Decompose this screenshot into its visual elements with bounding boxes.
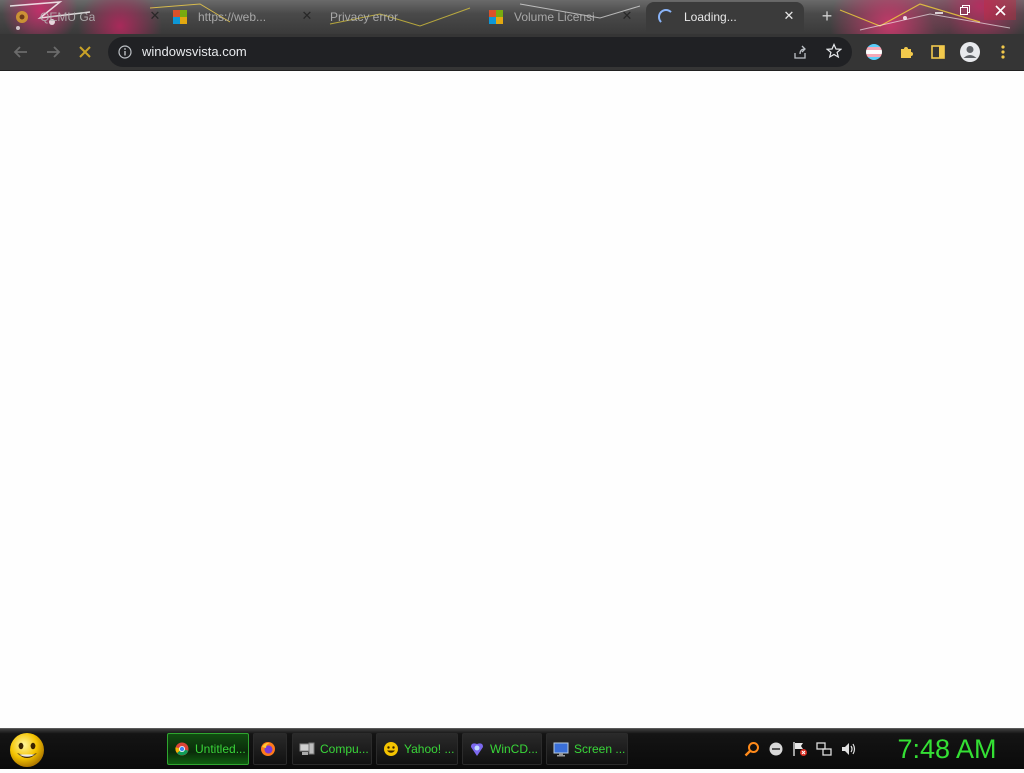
extensions-puzzle-icon[interactable] <box>893 39 919 65</box>
volume-speaker-icon[interactable] <box>840 741 856 757</box>
tab-privacy-error[interactable]: Privacy error <box>330 2 480 32</box>
share-icon[interactable] <box>792 44 808 60</box>
tab-title: https://web... <box>198 10 267 24</box>
tab-title: QEMU Ga <box>40 10 96 24</box>
extension-flag-icon[interactable] <box>861 39 887 65</box>
page-content-blank <box>0 71 1024 728</box>
close-icon[interactable]: ✕ <box>148 9 162 23</box>
taskbar-item-label: Untitled... <box>195 742 246 756</box>
taskbar-item-screen[interactable]: Screen ... <box>546 733 628 765</box>
taskbar-item-label: Screen ... <box>574 742 626 756</box>
tab-title: Volume Licensi <box>514 10 595 24</box>
microsoft-logo-icon <box>172 9 188 25</box>
computer-icon <box>299 741 315 757</box>
back-button[interactable] <box>8 39 34 65</box>
tab-title: Loading... <box>684 10 737 24</box>
menu-kebab-icon[interactable] <box>990 39 1016 65</box>
yahoo-smiley-icon <box>383 741 399 757</box>
taskbar-item-firefox[interactable] <box>253 733 287 765</box>
tab-title: Privacy error <box>330 10 399 24</box>
taskbar-item-label: Yahoo! ... <box>404 742 455 756</box>
tab-strip: QEMU Ga ✕ https://web... ✕ Privacy error… <box>0 0 1024 34</box>
forward-arrow-icon <box>47 46 61 58</box>
tab-loading[interactable]: Loading... ✕ <box>646 2 804 32</box>
close-icon[interactable]: ✕ <box>300 9 314 23</box>
loading-spinner-icon <box>658 9 674 25</box>
browser-toolbar: windowsvista.com <box>0 34 1024 71</box>
taskbar: Untitled... Compu... Yahoo! ... WinCD...… <box>0 728 1024 769</box>
taskbar-item-wincdemu[interactable]: WinCD... <box>462 733 542 765</box>
action-center-flag-icon[interactable] <box>792 741 808 757</box>
address-bar[interactable]: windowsvista.com <box>108 37 852 67</box>
tab-qemu[interactable]: QEMU Ga ✕ <box>14 2 170 32</box>
taskbar-item-yahoo[interactable]: Yahoo! ... <box>376 733 458 765</box>
taskbar-item-untitled[interactable]: Untitled... <box>167 733 249 765</box>
taskbar-item-label: Compu... <box>320 742 369 756</box>
tab-web[interactable]: https://web... ✕ <box>172 2 322 32</box>
microsoft-logo-icon <box>488 9 504 25</box>
url-text: windowsvista.com <box>142 44 247 59</box>
app-icon <box>14 9 30 25</box>
screen-monitor-icon <box>553 741 569 757</box>
back-arrow-icon <box>13 46 27 58</box>
chrome-icon <box>174 741 190 757</box>
stop-loading-button[interactable] <box>72 39 98 65</box>
wincdemu-icon <box>469 741 485 757</box>
taskbar-clock[interactable]: 7:48 AM <box>882 733 1012 765</box>
tray-status-icon[interactable] <box>768 741 784 757</box>
tab-volume-licensing[interactable]: Volume Licensi ✕ <box>488 2 642 32</box>
network-icon[interactable] <box>816 741 832 757</box>
site-info-icon[interactable] <box>118 45 132 59</box>
stop-x-icon <box>79 46 91 58</box>
taskbar-item-label: WinCD... <box>490 742 538 756</box>
bookmark-star-icon[interactable] <box>825 43 843 59</box>
side-panel-icon[interactable] <box>925 39 951 65</box>
close-icon[interactable]: ✕ <box>620 9 634 23</box>
forward-button[interactable] <box>40 39 66 65</box>
close-icon[interactable]: ✕ <box>782 9 796 23</box>
start-button[interactable] <box>8 732 46 768</box>
search-magnifier-icon[interactable] <box>744 741 760 757</box>
firefox-icon <box>260 741 276 757</box>
window-close-icon[interactable] <box>984 0 1016 20</box>
taskbar-item-computer[interactable]: Compu... <box>292 733 372 765</box>
smiley-start-orb-icon <box>10 733 44 767</box>
restore-icon[interactable] <box>950 0 980 20</box>
profile-avatar-icon[interactable] <box>957 39 983 65</box>
new-tab-button[interactable]: + <box>818 7 836 25</box>
